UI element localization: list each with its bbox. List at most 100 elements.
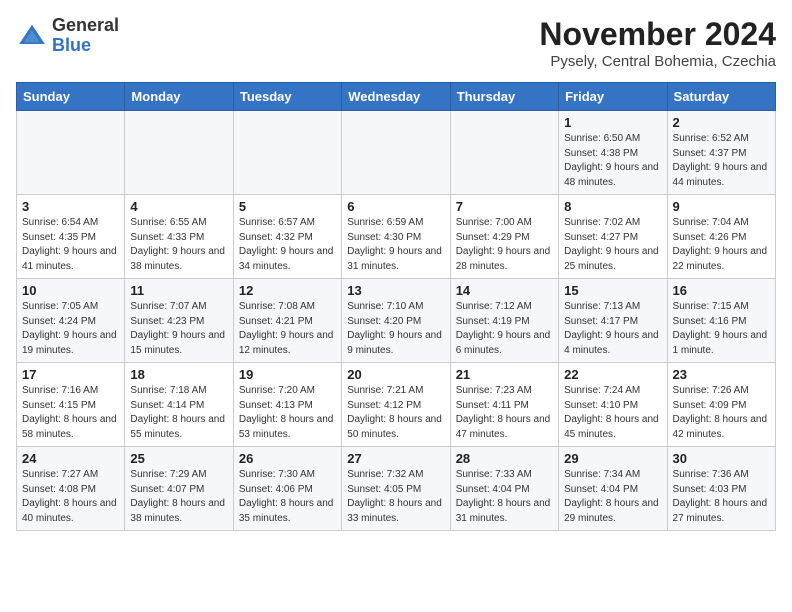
header-row: SundayMondayTuesdayWednesdayThursdayFrid… [17,83,776,111]
calendar-week: 3 Sunrise: 6:54 AM Sunset: 4:35 PM Daylig… [17,195,776,279]
calendar-cell: 7 Sunrise: 7:00 AM Sunset: 4:29 PM Daylig… [450,195,558,279]
day-info: Sunrise: 7:15 AM Sunset: 4:16 PM Dayligh… [673,300,770,358]
day-number: 9 [673,199,770,214]
day-number: 2 [673,115,770,130]
day-info: Sunrise: 7:10 AM Sunset: 4:20 PM Dayligh… [347,300,444,358]
day-number: 10 [22,283,119,298]
day-info: Sunrise: 7:18 AM Sunset: 4:14 PM Dayligh… [130,384,227,442]
logo: General Blue [16,16,119,56]
calendar-cell: 27 Sunrise: 7:32 AM Sunset: 4:05 PM Dayli… [342,447,450,531]
day-number: 6 [347,199,444,214]
day-number: 13 [347,283,444,298]
day-info: Sunrise: 7:02 AM Sunset: 4:27 PM Dayligh… [564,216,661,274]
calendar-cell: 1Sunrise: 6:50 AM Sunset: 4:38 PM Daylig… [559,111,667,195]
day-number: 21 [456,367,553,382]
day-info: Sunrise: 7:07 AM Sunset: 4:23 PM Dayligh… [130,300,227,358]
header-day: Thursday [450,83,558,111]
day-number: 16 [673,283,770,298]
day-info: Sunrise: 7:24 AM Sunset: 4:10 PM Dayligh… [564,384,661,442]
day-number: 12 [239,283,336,298]
day-info: Sunrise: 7:08 AM Sunset: 4:21 PM Dayligh… [239,300,336,358]
day-number: 4 [130,199,227,214]
title-block: November 2024 Pysely, Central Bohemia, C… [539,16,776,70]
day-info: Sunrise: 7:13 AM Sunset: 4:17 PM Dayligh… [564,300,661,358]
day-info: Sunrise: 7:23 AM Sunset: 4:11 PM Dayligh… [456,384,553,442]
calendar-cell: 11 Sunrise: 7:07 AM Sunset: 4:23 PM Dayli… [125,279,233,363]
location: Pysely, Central Bohemia, Czechia [539,53,776,70]
page-header: General Blue November 2024 Pysely, Centr… [16,16,776,70]
calendar-cell: 4 Sunrise: 6:55 AM Sunset: 4:33 PM Daylig… [125,195,233,279]
calendar-cell: 9 Sunrise: 7:04 AM Sunset: 4:26 PM Daylig… [667,195,775,279]
calendar-cell: 30Sunrise: 7:36 AM Sunset: 4:03 PM Dayli… [667,447,775,531]
calendar-cell [17,111,125,195]
header-day: Saturday [667,83,775,111]
month-title: November 2024 [539,16,776,53]
day-info: Sunrise: 7:20 AM Sunset: 4:13 PM Dayligh… [239,384,336,442]
day-number: 22 [564,367,661,382]
day-number: 25 [130,451,227,466]
day-info: Sunrise: 7:12 AM Sunset: 4:19 PM Dayligh… [456,300,553,358]
day-info: Sunrise: 6:52 AM Sunset: 4:37 PM Dayligh… [673,132,770,190]
header-day: Monday [125,83,233,111]
calendar-cell: 21 Sunrise: 7:23 AM Sunset: 4:11 PM Dayli… [450,363,558,447]
calendar-week: 10 Sunrise: 7:05 AM Sunset: 4:24 PM Dayli… [17,279,776,363]
calendar-cell [233,111,341,195]
day-number: 27 [347,451,444,466]
day-info: Sunrise: 7:33 AM Sunset: 4:04 PM Dayligh… [456,468,553,526]
day-number: 1 [564,115,661,130]
day-info: Sunrise: 6:57 AM Sunset: 4:32 PM Dayligh… [239,216,336,274]
calendar-cell: 3 Sunrise: 6:54 AM Sunset: 4:35 PM Daylig… [17,195,125,279]
day-info: Sunrise: 7:32 AM Sunset: 4:05 PM Dayligh… [347,468,444,526]
calendar-cell: 28 Sunrise: 7:33 AM Sunset: 4:04 PM Dayli… [450,447,558,531]
calendar-cell: 2 Sunrise: 6:52 AM Sunset: 4:37 PM Daylig… [667,111,775,195]
calendar-cell: 26Sunrise: 7:30 AM Sunset: 4:06 PM Dayli… [233,447,341,531]
day-info: Sunrise: 7:27 AM Sunset: 4:08 PM Dayligh… [22,468,119,526]
logo-text: General Blue [52,16,119,56]
calendar-cell [125,111,233,195]
day-number: 11 [130,283,227,298]
calendar-cell: 22 Sunrise: 7:24 AM Sunset: 4:10 PM Dayli… [559,363,667,447]
calendar-cell [450,111,558,195]
day-number: 7 [456,199,553,214]
day-info: Sunrise: 7:29 AM Sunset: 4:07 PM Dayligh… [130,468,227,526]
day-number: 18 [130,367,227,382]
calendar-week: 24 Sunrise: 7:27 AM Sunset: 4:08 PM Dayli… [17,447,776,531]
day-info: Sunrise: 7:04 AM Sunset: 4:26 PM Dayligh… [673,216,770,274]
day-info: Sunrise: 6:59 AM Sunset: 4:30 PM Dayligh… [347,216,444,274]
day-info: Sunrise: 7:00 AM Sunset: 4:29 PM Dayligh… [456,216,553,274]
day-info: Sunrise: 6:54 AM Sunset: 4:35 PM Dayligh… [22,216,119,274]
calendar-cell: 29Sunrise: 7:34 AM Sunset: 4:04 PM Dayli… [559,447,667,531]
day-info: Sunrise: 6:55 AM Sunset: 4:33 PM Dayligh… [130,216,227,274]
day-number: 30 [673,451,770,466]
day-number: 3 [22,199,119,214]
calendar-cell: 20Sunrise: 7:21 AM Sunset: 4:12 PM Dayli… [342,363,450,447]
calendar-cell: 14 Sunrise: 7:12 AM Sunset: 4:19 PM Dayli… [450,279,558,363]
day-number: 8 [564,199,661,214]
calendar-week: 17Sunrise: 7:16 AM Sunset: 4:15 PM Dayli… [17,363,776,447]
calendar-cell: 19Sunrise: 7:20 AM Sunset: 4:13 PM Dayli… [233,363,341,447]
day-number: 28 [456,451,553,466]
calendar-cell: 12 Sunrise: 7:08 AM Sunset: 4:21 PM Dayli… [233,279,341,363]
calendar-cell: 18 Sunrise: 7:18 AM Sunset: 4:14 PM Dayli… [125,363,233,447]
calendar-cell: 24 Sunrise: 7:27 AM Sunset: 4:08 PM Dayli… [17,447,125,531]
header-day: Friday [559,83,667,111]
calendar-cell: 16 Sunrise: 7:15 AM Sunset: 4:16 PM Dayli… [667,279,775,363]
calendar-cell: 5 Sunrise: 6:57 AM Sunset: 4:32 PM Daylig… [233,195,341,279]
calendar-cell: 10 Sunrise: 7:05 AM Sunset: 4:24 PM Dayli… [17,279,125,363]
calendar-cell: 15Sunrise: 7:13 AM Sunset: 4:17 PM Dayli… [559,279,667,363]
day-info: Sunrise: 7:34 AM Sunset: 4:04 PM Dayligh… [564,468,661,526]
calendar-table: SundayMondayTuesdayWednesdayThursdayFrid… [16,82,776,531]
day-number: 14 [456,283,553,298]
calendar-cell [342,111,450,195]
day-info: Sunrise: 7:05 AM Sunset: 4:24 PM Dayligh… [22,300,119,358]
header-day: Wednesday [342,83,450,111]
logo-blue: Blue [52,35,91,55]
day-info: Sunrise: 7:16 AM Sunset: 4:15 PM Dayligh… [22,384,119,442]
calendar-week: 1Sunrise: 6:50 AM Sunset: 4:38 PM Daylig… [17,111,776,195]
day-number: 26 [239,451,336,466]
logo-icon [16,20,48,52]
calendar-cell: 8 Sunrise: 7:02 AM Sunset: 4:27 PM Daylig… [559,195,667,279]
calendar-cell: 23Sunrise: 7:26 AM Sunset: 4:09 PM Dayli… [667,363,775,447]
day-number: 5 [239,199,336,214]
day-number: 24 [22,451,119,466]
